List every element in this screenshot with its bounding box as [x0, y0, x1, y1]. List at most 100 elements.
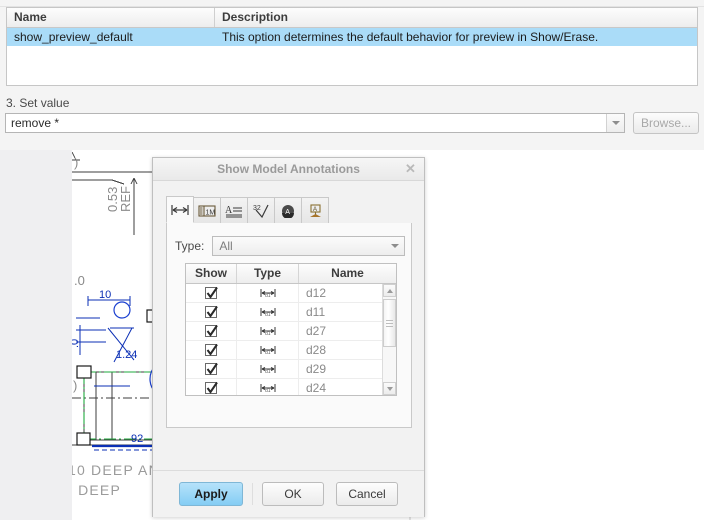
datum-plane-icon: A	[305, 203, 325, 218]
caret-down-icon[interactable]	[383, 382, 396, 395]
svg-text:d1: d1	[265, 331, 271, 337]
close-icon[interactable]: ✕	[403, 161, 418, 176]
options-panel: Name Description show_preview_default Th…	[0, 0, 704, 150]
table-row[interactable]: d1 d11	[186, 302, 382, 322]
show-checkbox-cell[interactable]	[186, 321, 237, 341]
annotations-table-header: Show Type Name	[186, 264, 396, 284]
table-row[interactable]: d1 d24	[186, 378, 382, 395]
show-checkbox[interactable]	[205, 381, 218, 394]
scrollbar-thumb[interactable]	[383, 299, 396, 347]
table-scrollbar[interactable]	[382, 284, 396, 395]
set-value-step-label: 3. Set value	[6, 96, 70, 110]
type-filter-row: Type: All	[175, 236, 405, 256]
gtol-icon: A	[278, 204, 298, 218]
dimension-icon: d1	[237, 321, 299, 341]
svg-text:1M: 1M	[206, 209, 216, 216]
type-filter-value: All	[219, 239, 233, 253]
value-combobox[interactable]: remove *	[5, 113, 625, 133]
column-header-name: Name	[7, 8, 215, 27]
chevron-down-icon[interactable]	[386, 237, 404, 255]
show-checkbox-cell[interactable]	[186, 359, 237, 379]
tab-dimensions[interactable]	[166, 196, 194, 223]
annotation-type-tabs: 1M A 32 A A	[166, 196, 412, 224]
annotation-name: d24	[306, 381, 327, 395]
show-checkbox-cell[interactable]	[186, 284, 237, 303]
chevron-down-icon[interactable]	[606, 114, 624, 132]
tab-datum-plane[interactable]: A	[301, 197, 329, 223]
annotation-name: d27	[306, 324, 327, 338]
options-table: Name Description show_preview_default Th…	[6, 7, 698, 86]
annotations-table-body: d1 d12 d1 d11 d1 d27 d1 d28 d1 d29 d1 d2…	[186, 284, 396, 395]
show-checkbox[interactable]	[205, 305, 218, 318]
dimension-icon: d1	[237, 378, 299, 395]
options-table-header: Name Description	[7, 8, 697, 28]
svg-text:A: A	[225, 205, 233, 216]
svg-text:8 DEEP: 8 DEEP	[72, 482, 121, 498]
datum-target-icon: 1M	[197, 204, 217, 218]
svg-text:.0: .0	[74, 273, 85, 288]
scrollbar-track[interactable]	[383, 297, 396, 382]
annotation-name: d28	[306, 343, 327, 357]
annotation-name: d12	[306, 286, 327, 300]
surface-finish-icon: 32	[251, 204, 271, 218]
table-row[interactable]: d1 d28	[186, 340, 382, 360]
ok-button[interactable]: OK	[262, 482, 324, 506]
svg-text:.0: .0	[72, 339, 81, 348]
dialog-titlebar[interactable]: Show Model Annotations ✕	[153, 158, 424, 181]
show-model-annotations-dialog[interactable]: Show Model Annotations ✕ 1M A 32 A A Typ…	[152, 157, 425, 517]
svg-text:A: A	[285, 209, 290, 216]
svg-text:): )	[74, 155, 78, 170]
dialog-title: Show Model Annotations	[217, 162, 360, 176]
show-checkbox[interactable]	[205, 343, 218, 356]
dialog-footer: Apply OK Cancel	[153, 470, 424, 517]
svg-text:): )	[73, 378, 77, 393]
cancel-button[interactable]: Cancel	[336, 482, 398, 506]
svg-text:92: 92	[131, 433, 143, 445]
svg-text:d1: d1	[265, 350, 271, 356]
column-header-name: Name	[331, 266, 364, 280]
table-row[interactable]: d1 d12	[186, 284, 382, 303]
value-input[interactable]: remove *	[6, 114, 606, 132]
table-row[interactable]: d1 d27	[186, 321, 382, 341]
svg-text:d1: d1	[265, 369, 271, 375]
dimension-icon: d1	[237, 340, 299, 360]
column-header-type: Type	[237, 264, 299, 283]
svg-text:d1: d1	[265, 293, 271, 299]
panel-top-divider	[0, 0, 704, 7]
annotations-row-list: d1 d12 d1 d11 d1 d27 d1 d28 d1 d29 d1 d2…	[186, 284, 382, 395]
dialog-body: 1M A 32 A A Type: All Show Type Name d1 …	[153, 181, 424, 517]
dimension-icon: d1	[237, 284, 299, 303]
annotations-table: Show Type Name d1 d12 d1 d11 d1 d27 d1 d…	[185, 263, 397, 396]
dimension-icon: d1	[237, 359, 299, 379]
show-checkbox[interactable]	[205, 362, 218, 375]
tab-geometric-tolerance[interactable]: A	[274, 197, 302, 223]
dimension-icon	[170, 203, 190, 217]
dimension-icon: d1	[237, 302, 299, 322]
caret-up-icon[interactable]	[383, 284, 396, 297]
tab-datum-targets[interactable]: 1M	[193, 197, 221, 223]
table-row[interactable]: show_preview_default This option determi…	[7, 28, 697, 46]
column-header-description: Description	[222, 10, 289, 24]
column-header-show: Show	[186, 264, 237, 283]
show-checkbox-cell[interactable]	[186, 378, 237, 395]
svg-text:1.24: 1.24	[116, 349, 137, 361]
button-separator	[252, 483, 253, 505]
tab-notes[interactable]: A	[220, 197, 248, 223]
annotations-panel: Type: All Show Type Name d1 d12 d1 d11 d…	[166, 223, 412, 503]
table-row[interactable]: d1 d29	[186, 359, 382, 379]
show-checkbox-cell[interactable]	[186, 302, 237, 322]
show-checkbox[interactable]	[205, 324, 218, 337]
show-checkbox[interactable]	[205, 286, 218, 299]
note-text-icon: A	[224, 204, 244, 218]
browse-button[interactable]: Browse...	[633, 112, 699, 134]
annotation-name: d29	[306, 362, 327, 376]
svg-text:REF: REF	[118, 186, 133, 212]
show-checkbox-cell[interactable]	[186, 340, 237, 360]
type-filter-select[interactable]: All	[212, 236, 405, 256]
tab-surface-finish[interactable]: 32	[247, 197, 275, 223]
type-filter-label: Type:	[175, 239, 205, 253]
apply-button[interactable]: Apply	[179, 482, 243, 506]
svg-text:d1: d1	[265, 388, 271, 394]
annotation-name: d11	[306, 305, 326, 319]
option-description-cell: This option determines the default behav…	[222, 30, 599, 44]
